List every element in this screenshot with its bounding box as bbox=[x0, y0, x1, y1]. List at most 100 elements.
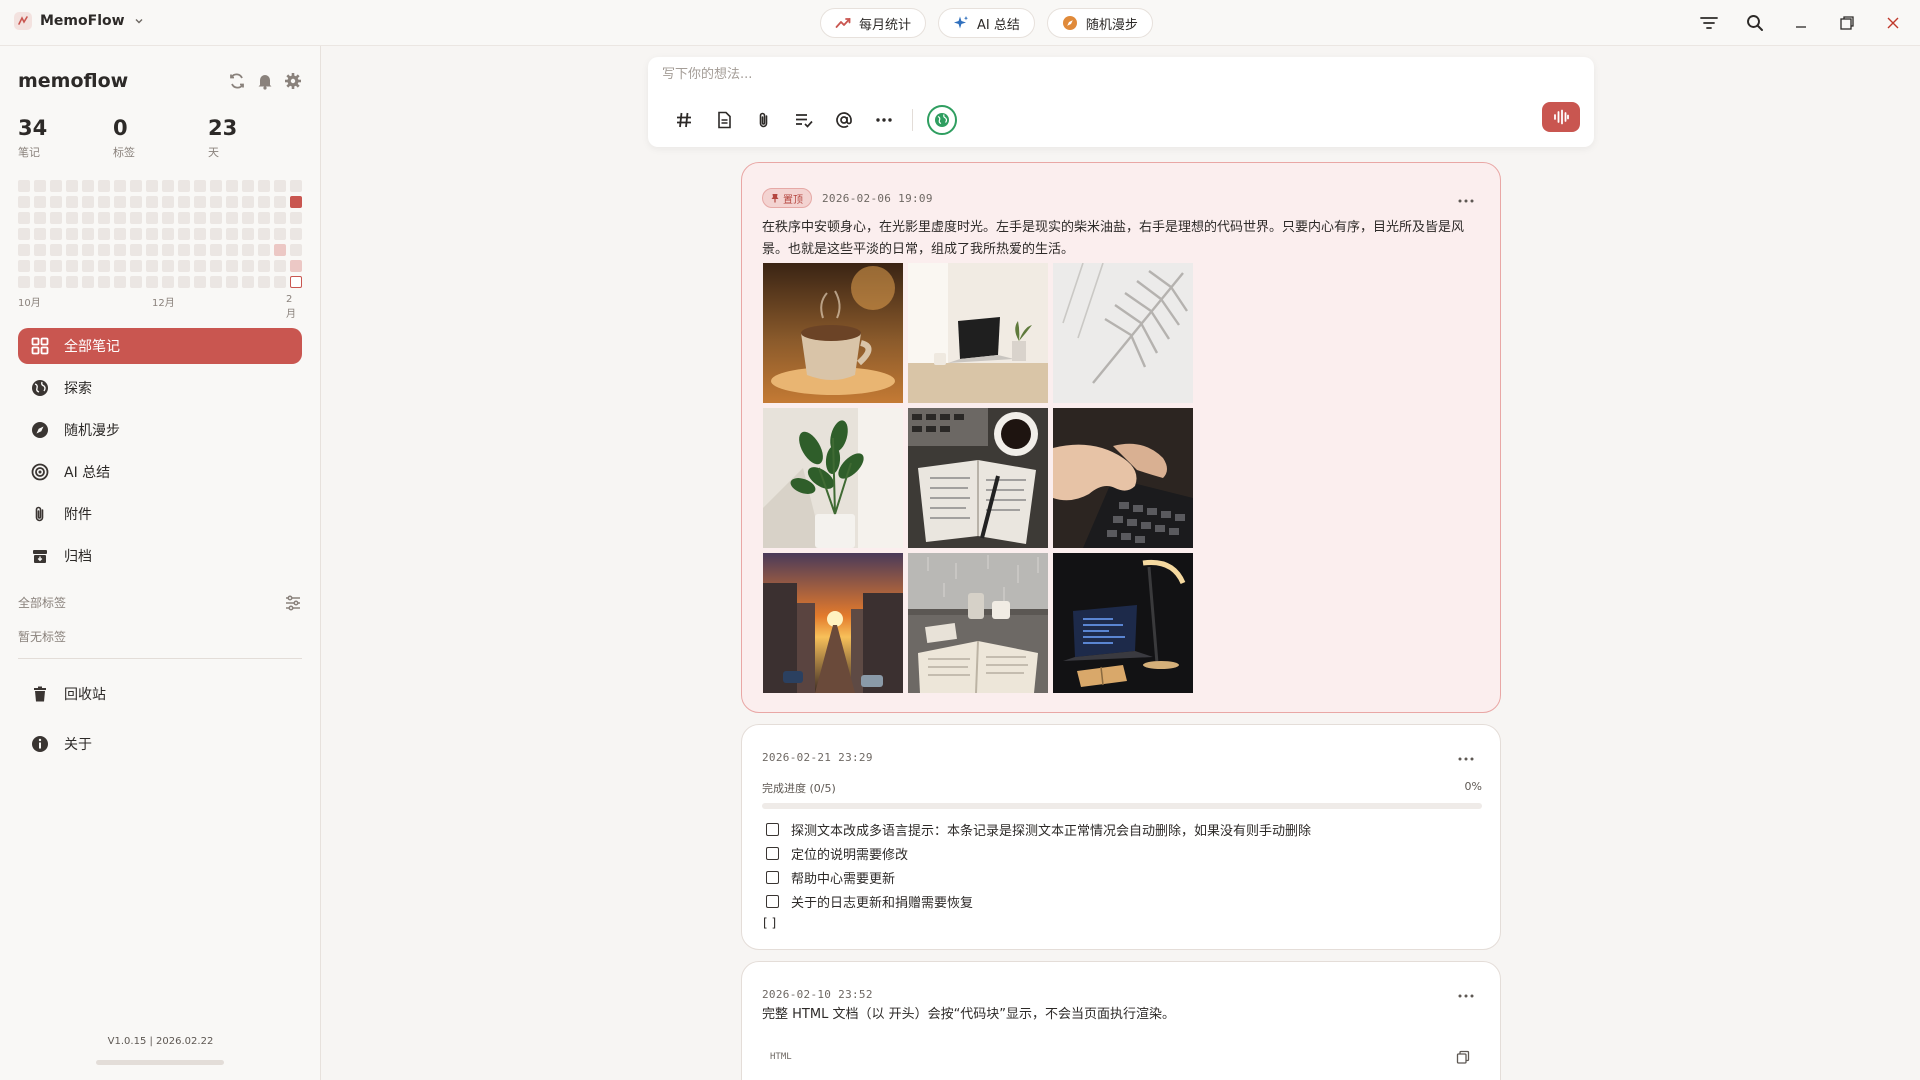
archive-icon bbox=[30, 546, 50, 566]
todo-item[interactable]: 探测文本改成多语言提示：本条记录是探测文本正常情况会自动删除，如果没有则手动删除 bbox=[766, 817, 1311, 841]
heatmap-cell bbox=[162, 180, 174, 192]
more-tools-button[interactable] bbox=[870, 106, 898, 134]
sidebar-item-random-walk[interactable]: 随机漫步 bbox=[18, 412, 302, 448]
heatmap-cell bbox=[146, 196, 158, 208]
todo-button[interactable] bbox=[790, 106, 818, 134]
todo-item[interactable]: 帮助中心需要更新 bbox=[766, 865, 1311, 889]
heatmap-cell bbox=[130, 228, 142, 240]
ai-summary-button[interactable]: AI 总结 bbox=[938, 8, 1035, 38]
todo-checkbox[interactable] bbox=[766, 870, 779, 884]
memo-more-button[interactable] bbox=[1454, 751, 1478, 767]
random-walk-label: 随机漫步 bbox=[1085, 17, 1138, 33]
search-button[interactable] bbox=[1742, 10, 1768, 36]
heatmap-cell bbox=[98, 196, 110, 208]
coffee-cup-photo[interactable] bbox=[763, 263, 903, 403]
sidebar-item-ai-summary[interactable]: AI 总结 bbox=[18, 454, 302, 490]
todo-checkbox[interactable] bbox=[766, 846, 779, 860]
heatmap-cell bbox=[274, 244, 286, 256]
mention-button[interactable] bbox=[830, 106, 858, 134]
memo-header: 2026-02-21 23:29 bbox=[762, 751, 873, 764]
sidebar-scrollbar[interactable] bbox=[96, 1060, 224, 1065]
memo-card-code[interactable]: 2026-02-10 23:52 完整 HTML 文档（以 开头）会按“代码块”… bbox=[741, 961, 1501, 1080]
heatmap-cell bbox=[210, 212, 222, 224]
globe-icon bbox=[935, 113, 949, 127]
todo-item[interactable]: 定位的说明需要修改 bbox=[766, 841, 1311, 865]
grid-icon bbox=[30, 336, 50, 356]
stat-notes-label: 笔记 bbox=[18, 146, 40, 159]
todo-item[interactable]: 关于的日志更新和捐赠需要恢复 bbox=[766, 889, 1311, 913]
monthly-stats-label: 每月统计 bbox=[859, 17, 912, 33]
todo-checkbox[interactable] bbox=[766, 894, 779, 908]
heatmap-cell bbox=[114, 228, 126, 240]
heatmap-cell bbox=[50, 212, 62, 224]
monthly-stats-button[interactable]: 每月统计 bbox=[820, 8, 927, 38]
heatmap-cell bbox=[18, 212, 30, 224]
tag-filter-icon[interactable] bbox=[284, 594, 302, 611]
sidebar-item-about[interactable]: 关于 bbox=[18, 726, 302, 762]
sidebar-item-attachments[interactable]: 附件 bbox=[18, 496, 302, 532]
copy-icon[interactable] bbox=[1456, 1050, 1470, 1064]
bell-icon[interactable] bbox=[256, 72, 274, 90]
heatmap-cell bbox=[210, 228, 222, 240]
sidebar-item-explore[interactable]: 探索 bbox=[18, 370, 302, 406]
sidebar-title: memoflow bbox=[18, 70, 129, 92]
visibility-button[interactable] bbox=[927, 105, 957, 135]
gear-icon[interactable] bbox=[284, 72, 302, 90]
heatmap-cell bbox=[178, 276, 190, 288]
todo-progress-row: 完成进度 (0/5) 0% bbox=[762, 780, 1482, 796]
typing-hands-photo[interactable] bbox=[1053, 408, 1193, 548]
voice-input-button[interactable] bbox=[1542, 102, 1580, 132]
template-button[interactable] bbox=[710, 106, 738, 134]
heatmap-cell bbox=[66, 276, 78, 288]
maximize-button[interactable] bbox=[1834, 10, 1860, 36]
random-walk-button[interactable]: 随机漫步 bbox=[1046, 8, 1153, 38]
heatmap-cell bbox=[194, 180, 206, 192]
tags-empty-text: 暂无标签 bbox=[18, 630, 67, 644]
heatmap-cell bbox=[50, 180, 62, 192]
minimize-button[interactable] bbox=[1788, 10, 1814, 36]
attach-button[interactable] bbox=[750, 106, 778, 134]
memo-input[interactable] bbox=[662, 67, 1562, 82]
stat-tags-value: 0 bbox=[113, 116, 128, 140]
heatmap-cell bbox=[226, 260, 238, 272]
memo-more-button[interactable] bbox=[1454, 988, 1478, 1004]
heatmap-cell bbox=[178, 260, 190, 272]
sidebar-item-archive[interactable]: 归档 bbox=[18, 538, 302, 574]
heatmap-cell bbox=[98, 276, 110, 288]
heatmap-cell bbox=[18, 276, 30, 288]
heatmap-cell bbox=[114, 244, 126, 256]
rainy-window-reading-photo[interactable] bbox=[908, 553, 1048, 693]
heatmap-cell bbox=[66, 180, 78, 192]
todo-checkbox[interactable] bbox=[766, 822, 779, 836]
sort-button[interactable] bbox=[1696, 10, 1722, 36]
memo-more-button[interactable] bbox=[1454, 193, 1478, 209]
stat-days[interactable]: 23 天 bbox=[208, 116, 303, 160]
memo-card-todo[interactable]: 2026-02-21 23:29 完成进度 (0/5) 0% 探测文本改成多语言… bbox=[741, 724, 1501, 950]
heatmap-cell bbox=[66, 212, 78, 224]
sidebar-item-trash[interactable]: 回收站 bbox=[18, 676, 302, 712]
memo-card-pinned[interactable]: 置顶 2026-02-06 19:09 在秩序中安顿身心，在光影里虚度时光。左手… bbox=[741, 162, 1501, 713]
heatmap-cell bbox=[258, 196, 270, 208]
heatmap-cell bbox=[258, 244, 270, 256]
memo-image-grid bbox=[763, 263, 1193, 693]
app-switcher[interactable]: MemoFlow bbox=[14, 12, 145, 30]
heatmap-cell bbox=[82, 228, 94, 240]
heatmap-cell bbox=[194, 212, 206, 224]
sunset-street-photo[interactable] bbox=[763, 553, 903, 693]
heatmap-month-label: 10月 bbox=[18, 298, 41, 309]
heatmap-cell bbox=[98, 228, 110, 240]
heatmap-cell bbox=[162, 244, 174, 256]
heatmap-cell bbox=[178, 244, 190, 256]
sidebar-item-all-notes[interactable]: 全部笔记 bbox=[18, 328, 302, 364]
palm-shadow-photo[interactable] bbox=[1053, 263, 1193, 403]
heatmap-cell bbox=[290, 228, 302, 240]
stat-tags[interactable]: 0 标签 bbox=[113, 116, 208, 160]
laptop-desk-photo[interactable] bbox=[908, 263, 1048, 403]
tag-button[interactable] bbox=[670, 106, 698, 134]
stat-notes[interactable]: 34 笔记 bbox=[18, 116, 113, 160]
sync-icon[interactable] bbox=[228, 72, 246, 90]
desk-lamp-laptop-photo[interactable] bbox=[1053, 553, 1193, 693]
notebook-coffee-photo[interactable] bbox=[908, 408, 1048, 548]
potted-plant-photo[interactable] bbox=[763, 408, 903, 548]
close-button[interactable] bbox=[1880, 10, 1906, 36]
